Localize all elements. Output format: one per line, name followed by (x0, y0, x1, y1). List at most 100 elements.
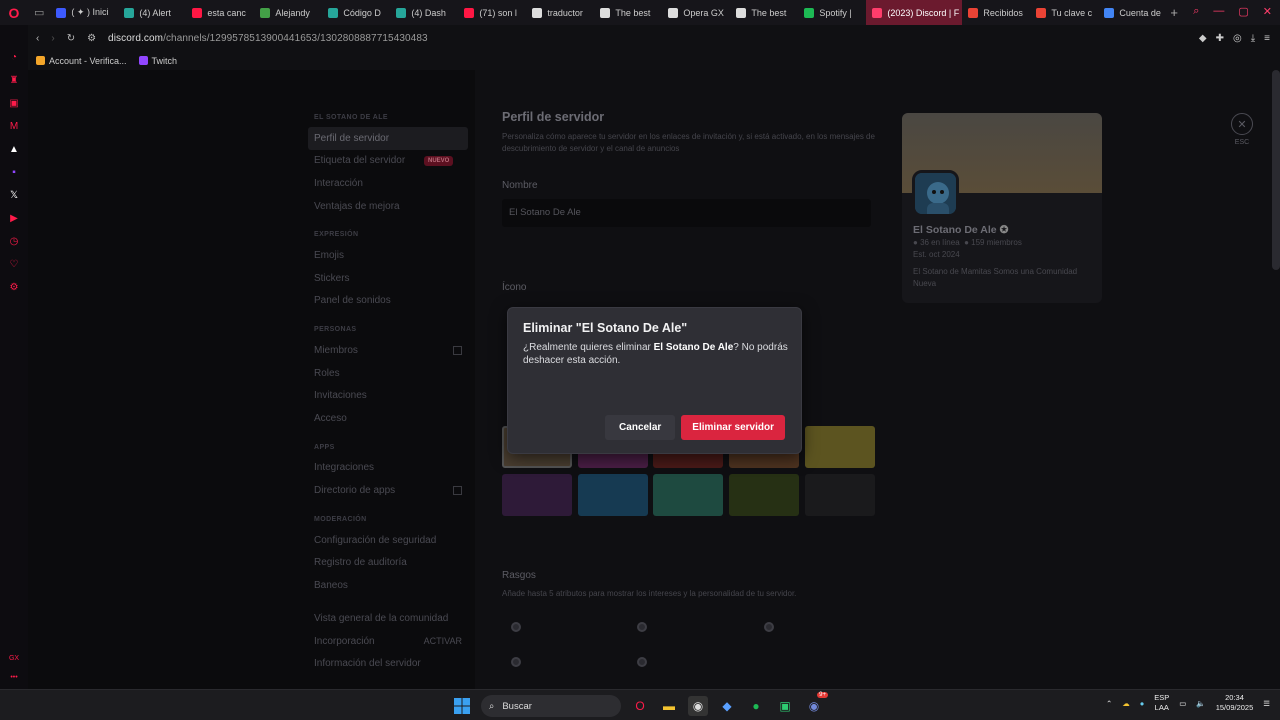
nav-item-integrations[interactable]: Integraciones (308, 457, 468, 480)
trait-slot[interactable] (511, 657, 521, 667)
mic-icon[interactable]: ● (1140, 699, 1145, 708)
browser-tab[interactable]: Cuenta de (1098, 0, 1166, 25)
url-field[interactable]: discord.com/channels/1299578513900441653… (108, 33, 428, 44)
browser-tab[interactable]: Alejandy (254, 0, 322, 25)
nav-item-access[interactable]: Acceso (308, 407, 468, 430)
swatch[interactable] (729, 474, 799, 516)
reload-icon[interactable]: ↻ (67, 33, 75, 44)
gx-control-icon[interactable]: GX (9, 655, 19, 662)
tab-list-icon[interactable]: ▭ (34, 6, 44, 19)
nav-item-soundboard[interactable]: Panel de sonidos (308, 290, 468, 313)
notifications-icon[interactable]: ☰ (1263, 699, 1270, 708)
download-icon[interactable]: ⤓ (1251, 33, 1255, 44)
player-icon[interactable]: ▶ (8, 212, 20, 224)
browser-tab[interactable]: The best (730, 0, 798, 25)
game-icon[interactable]: ▣ (775, 696, 795, 716)
network-icon[interactable]: ▭ (1179, 699, 1186, 708)
nav-item-onboarding[interactable]: Incorporación ACTIVAR (308, 630, 468, 653)
nav-item-members[interactable]: Miembros (308, 339, 468, 362)
nav-item-app-directory[interactable]: Directorio de apps (308, 479, 468, 502)
nav-item-community-overview[interactable]: Vista general de la comunidad (308, 608, 468, 631)
twitch-sidebar-icon[interactable]: ▪ (8, 166, 20, 178)
app-icon[interactable]: ◆ (717, 696, 737, 716)
aria-icon[interactable]: ▲ (8, 143, 20, 155)
clock[interactable]: 20:34 15/09/2025 (1216, 693, 1254, 713)
nav-item-boost-perks[interactable]: Ventajas de mejora (308, 195, 468, 218)
forward-icon[interactable]: › (51, 33, 54, 44)
vpn-icon[interactable]: ◎ (1233, 33, 1242, 44)
speed-dial-icon[interactable]: ◔ (8, 51, 20, 63)
nav-item-roles[interactable]: Roles (308, 362, 468, 385)
chrome-icon[interactable]: ◉ (688, 696, 708, 716)
swatch[interactable] (578, 474, 648, 516)
history-icon[interactable]: ◷ (8, 235, 20, 247)
swatch[interactable] (805, 426, 875, 468)
browser-tab[interactable]: Opera GX (662, 0, 730, 25)
windows-start-icon[interactable] (452, 696, 472, 716)
nav-item-emojis[interactable]: Emojis (308, 244, 468, 267)
browser-tab[interactable]: Spotify | (798, 0, 866, 25)
back-icon[interactable]: ‹ (36, 33, 39, 44)
delete-server-button[interactable]: Eliminar servidor (681, 414, 785, 440)
bookmark-item[interactable]: Account - Verifica... (36, 55, 127, 66)
nav-item-invites[interactable]: Invitaciones (308, 384, 468, 407)
gmail-icon[interactable]: M (8, 120, 20, 132)
new-tab-button[interactable]: + (1170, 5, 1178, 20)
close-icon[interactable]: ✕ (1263, 5, 1272, 18)
browser-tab[interactable]: (4) Dash (390, 0, 458, 25)
nav-item-engagement[interactable]: Interacción (308, 172, 468, 195)
x-icon[interactable]: 𝕏 (8, 189, 20, 201)
browser-tab[interactable]: (2023) Discord | F (866, 0, 963, 25)
spotify-icon[interactable]: ● (746, 696, 766, 716)
opera-gx-logo-icon[interactable]: O (0, 5, 28, 21)
nav-item-bans[interactable]: Baneos (308, 574, 468, 597)
nav-item-server-profile[interactable]: Perfil de servidor (308, 127, 468, 150)
browser-tab[interactable]: (4) Alert (118, 0, 186, 25)
browser-tab[interactable]: ( ✦ ) Inici (50, 0, 118, 25)
nav-item-stickers[interactable]: Stickers (308, 267, 468, 290)
language-indicator[interactable]: ESP LAA (1154, 693, 1169, 713)
menu-icon[interactable]: ≡ (1264, 33, 1270, 44)
browser-tab[interactable]: (71) son l (458, 0, 526, 25)
nav-item-audit-log[interactable]: Registro de auditoría (308, 551, 468, 574)
nav-item-server-tag[interactable]: Etiqueta del servidor NUEVO (308, 150, 468, 173)
browser-tab[interactable]: esta canc (186, 0, 254, 25)
server-name-input[interactable]: El Sotano De Ale (502, 199, 871, 227)
extension-icon[interactable]: ◆ (1199, 33, 1207, 44)
trait-slot[interactable] (511, 622, 521, 632)
file-explorer-icon[interactable]: ▬ (659, 696, 679, 716)
taskbar-search[interactable]: ⌕ Buscar (481, 695, 621, 717)
browser-tab[interactable]: Código D (322, 0, 390, 25)
close-settings-button[interactable]: ✕ ESC (1231, 113, 1253, 146)
trait-slot[interactable] (764, 622, 774, 632)
opera-gx-icon[interactable]: O (630, 696, 650, 716)
minimize-icon[interactable]: — (1213, 5, 1224, 18)
gx-corner-icon[interactable]: ♜ (8, 74, 20, 86)
instagram-icon[interactable]: ▣ (8, 97, 20, 109)
search-tabs-icon[interactable]: ⌕ (1193, 5, 1199, 18)
site-settings-icon[interactable]: ⚙ (87, 33, 96, 44)
browser-tab[interactable]: Tu clave c (1030, 0, 1098, 25)
trait-slot[interactable] (637, 657, 647, 667)
maximize-icon[interactable]: ▢ (1238, 5, 1248, 18)
settings-icon[interactable]: ⚙ (8, 281, 20, 293)
more-icon[interactable]: ••• (10, 674, 17, 681)
extensions-puzzle-icon[interactable]: ✚ (1216, 33, 1224, 44)
swatch[interactable] (805, 474, 875, 516)
bookmarks-icon[interactable]: ♡ (8, 258, 20, 270)
cancel-button[interactable]: Cancelar (605, 414, 676, 440)
swatch[interactable] (502, 474, 572, 516)
browser-tab[interactable]: The best (594, 0, 662, 25)
volume-icon[interactable]: 🔈 (1196, 699, 1205, 708)
trait-slot[interactable] (637, 622, 647, 632)
browser-tab[interactable]: Recibidos (962, 0, 1030, 25)
discord-icon[interactable]: ◉ 9+ (804, 692, 828, 716)
swatch[interactable] (653, 474, 723, 516)
chevron-up-icon[interactable]: ⌃ (1106, 699, 1112, 708)
weather-icon[interactable]: ☁ (1122, 699, 1130, 708)
nav-item-safety-setup[interactable]: Configuración de seguridad (308, 529, 468, 552)
nav-item-server-insights[interactable]: Información del servidor (308, 653, 468, 676)
browser-tab[interactable]: traductor (526, 0, 594, 25)
page-scrollbar[interactable] (1272, 70, 1280, 270)
bookmark-item[interactable]: Twitch (138, 55, 177, 66)
